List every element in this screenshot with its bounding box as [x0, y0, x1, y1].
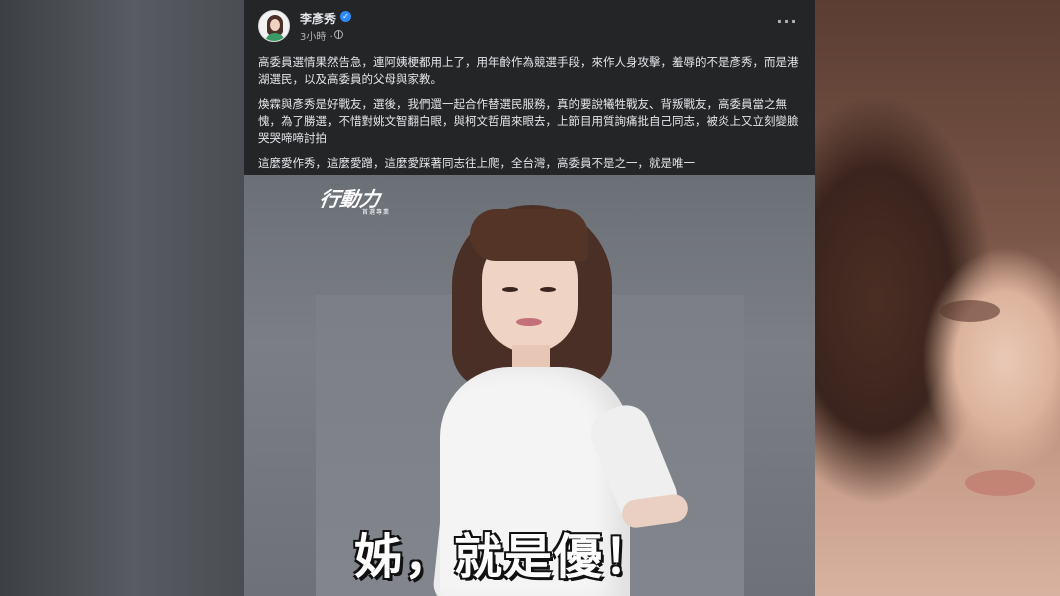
campaign-logo-subtitle: 首選專業: [362, 209, 391, 216]
person-eye: [502, 287, 518, 292]
avatar-shirt: [265, 33, 285, 41]
blurred-background-left: [0, 0, 244, 596]
post-body: 高委員選情果然告急，連阿姨梗都用上了，用年齡作為競選手段，來作人身攻擊，羞辱的不…: [258, 54, 803, 180]
post-photo[interactable]: 行動力 首選專業 姊，就是優！: [244, 175, 815, 596]
post-paragraph: 高委員選情果然告急，連阿姨梗都用上了，用年齡作為競選手段，來作人身攻擊，羞辱的不…: [258, 55, 799, 86]
post-paragraph: 這麼愛作秀，這麼愛蹭，這麼愛踩著同志往上爬，全台灣，高委員不是之一，就是唯一: [258, 156, 695, 170]
photo-headline: 姊，就是優！: [354, 529, 655, 585]
globe-icon: [334, 30, 343, 39]
blurred-eye: [940, 300, 1000, 322]
more-options-icon[interactable]: ···: [774, 14, 800, 36]
post-header: 李彥秀 ✓ 3小時 · ···: [244, 0, 815, 50]
post-timestamp[interactable]: 3小時 ·: [300, 28, 333, 43]
person-lips: [516, 318, 542, 326]
blurred-face-background-right: [815, 0, 1060, 596]
verified-badge-icon: ✓: [340, 11, 351, 22]
post-paragraph: 煥霖與彥秀是好戰友，選後，我們還一起合作替選民服務，真的要說犧牲戰友、背叛戰友，…: [258, 97, 799, 145]
author-name[interactable]: 李彥秀: [300, 10, 336, 27]
blurred-lips: [965, 470, 1035, 496]
person-hair-fringe: [470, 209, 588, 261]
avatar-face: [270, 19, 280, 31]
avatar[interactable]: [258, 10, 290, 42]
facebook-post: 李彥秀 ✓ 3小時 · ··· 高委員選情果然告急，連阿姨梗都用上了，用年齡作為…: [244, 0, 815, 596]
person-eye: [540, 287, 556, 292]
